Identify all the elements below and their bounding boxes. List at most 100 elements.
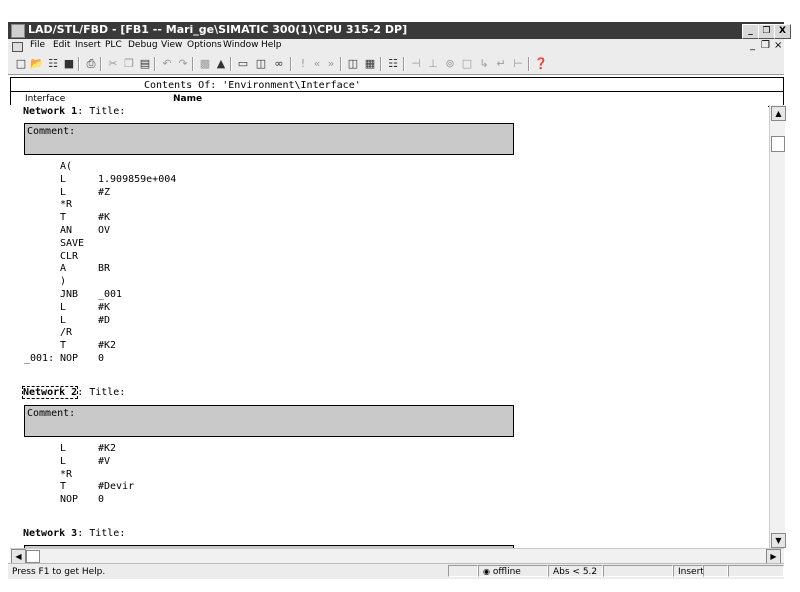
- menu-view[interactable]: View: [161, 40, 182, 50]
- menu-insert[interactable]: Insert: [75, 40, 101, 50]
- network-title: : Title:: [77, 387, 126, 398]
- status-pane-empty: [603, 565, 673, 577]
- monitor-icon[interactable]: ▲: [214, 57, 228, 71]
- network-label: Network 2: [21, 386, 79, 399]
- no-contact-icon[interactable]: ⊣: [409, 57, 423, 71]
- instruction-op: *R: [60, 199, 73, 211]
- instruction-op: A(: [60, 161, 73, 172]
- connection-icon[interactable]: ⊢: [511, 57, 525, 71]
- paste-icon[interactable]: ▤: [138, 57, 152, 71]
- scroll-left-button[interactable]: ◀: [11, 549, 26, 564]
- network-label: Network 1: [23, 106, 78, 117]
- print-icon[interactable]: ⎙: [84, 57, 98, 71]
- instruction-operand: 0: [98, 494, 105, 506]
- instruction-op: NOP: [60, 353, 79, 364]
- redo-icon[interactable]: ↷: [176, 57, 190, 71]
- instruction-op: ): [60, 276, 67, 288]
- menu-window[interactable]: Window: [223, 40, 259, 50]
- mdi-restore-button[interactable]: ❐: [761, 40, 770, 51]
- instruction-operand: #Devir: [98, 481, 135, 493]
- branch-close-icon[interactable]: ↵: [494, 57, 508, 71]
- cut-icon[interactable]: ✂: [106, 57, 120, 71]
- accessible-nodes-icon[interactable]: ☷: [46, 57, 60, 71]
- instruction-op: L: [60, 173, 67, 185]
- load-icon[interactable]: ▩: [198, 57, 212, 71]
- empty-box-icon[interactable]: □: [460, 57, 474, 71]
- stl-editor[interactable]: Network 1: Title: Comment: A(L 1.909859e+…: [10, 105, 768, 548]
- details-icon[interactable]: ▦: [363, 57, 377, 71]
- interface-panel: Contents Of: 'Environment\Interface' Int…: [10, 77, 784, 107]
- download-icon[interactable]: ◫: [254, 57, 268, 71]
- scroll-right-button[interactable]: ▶: [766, 549, 781, 564]
- status-pane-empty-2: [703, 565, 728, 577]
- scroll-down-button[interactable]: ▼: [771, 533, 786, 548]
- menu-options[interactable]: Options: [187, 40, 222, 50]
- menu-file[interactable]: File: [30, 40, 45, 50]
- network-2-header[interactable]: Network 2: Title:: [21, 386, 126, 399]
- menu-bar: File Edit Insert PLC Debug View Options …: [8, 39, 784, 54]
- online-status-pane: ◉ offline: [478, 565, 548, 577]
- mdi-close-button[interactable]: ×: [774, 40, 782, 51]
- menu-edit[interactable]: Edit: [53, 40, 70, 50]
- horizontal-scrollbar[interactable]: ◀ ▶: [10, 548, 784, 564]
- contents-label: Contents Of: 'Environment\Interface': [144, 80, 361, 91]
- horizontal-scroll-thumb[interactable]: [26, 550, 40, 563]
- jump-label: _001:: [24, 353, 55, 364]
- online-icon[interactable]: ∞: [272, 57, 286, 71]
- go-to-icon[interactable]: !: [296, 57, 310, 71]
- document-icon[interactable]: [12, 42, 23, 52]
- restore-button[interactable]: ❐: [758, 24, 775, 39]
- name-column-header[interactable]: Name: [173, 94, 202, 105]
- instruction-op: A: [60, 263, 67, 275]
- interface-tree-item[interactable]: Interface: [25, 94, 65, 105]
- network-3-header[interactable]: Network 3: Title:: [23, 528, 125, 539]
- app-icon: [11, 24, 25, 38]
- status-pane-blank: [448, 565, 478, 577]
- status-pane-empty-3: [728, 565, 784, 577]
- close-button[interactable]: X: [774, 24, 791, 39]
- coil-icon[interactable]: ⊚: [443, 57, 457, 71]
- branch-open-icon[interactable]: ↳: [477, 57, 491, 71]
- address-icon[interactable]: ☷: [386, 57, 400, 71]
- instruction-op: NOP: [60, 494, 79, 506]
- instruction-op: T: [60, 340, 67, 352]
- instruction-op: AN: [60, 225, 73, 236]
- vertical-scroll-thumb[interactable]: [771, 136, 785, 152]
- instruction-operand: BR: [98, 263, 111, 275]
- new-icon[interactable]: □: [14, 57, 28, 71]
- interface-tree-label: Interface: [25, 94, 66, 104]
- network-1-comment[interactable]: Comment:: [24, 123, 514, 155]
- prev-icon[interactable]: «: [310, 57, 324, 71]
- block-icon[interactable]: ▭: [236, 57, 250, 71]
- instruction-operand: #K: [98, 301, 111, 313]
- overview-icon[interactable]: ◫: [346, 57, 360, 71]
- save-icon[interactable]: ■: [62, 57, 76, 71]
- instruction-operand: #K2: [98, 443, 117, 454]
- instruction-operand: #Z: [98, 186, 111, 198]
- undo-icon[interactable]: ↶: [160, 57, 174, 71]
- copy-icon[interactable]: ❐: [122, 57, 136, 71]
- open-icon[interactable]: 📂: [30, 57, 44, 71]
- help-cursor-icon[interactable]: ❓: [534, 57, 548, 71]
- next-icon[interactable]: »: [324, 57, 338, 71]
- vertical-scrollbar[interactable]: ▲ ▼: [769, 105, 786, 548]
- mode-pane: Insert: [673, 565, 704, 577]
- instruction-op: SAVE: [60, 237, 85, 249]
- instruction-op: L: [60, 314, 67, 326]
- network-2-comment[interactable]: Comment:: [24, 405, 514, 437]
- instruction-op: T: [60, 212, 67, 224]
- mdi-minimize-button[interactable]: _: [750, 40, 755, 51]
- nc-contact-icon[interactable]: ⊥: [426, 57, 440, 71]
- menu-debug[interactable]: Debug: [128, 40, 158, 50]
- instruction-op: L: [60, 455, 67, 467]
- network-1-header[interactable]: Network 1: Title:: [23, 106, 125, 117]
- instruction-operand: 1.909859e+004: [98, 173, 177, 185]
- minimize-button[interactable]: _: [742, 24, 759, 39]
- instruction-op: L: [60, 301, 67, 313]
- menu-plc[interactable]: PLC: [105, 40, 122, 50]
- menu-help[interactable]: Help: [261, 40, 282, 50]
- instruction-operand: _001: [98, 289, 123, 300]
- instruction-op: T: [60, 481, 67, 493]
- help-text: Press F1 to get Help.: [12, 567, 106, 577]
- scroll-up-button[interactable]: ▲: [771, 106, 786, 121]
